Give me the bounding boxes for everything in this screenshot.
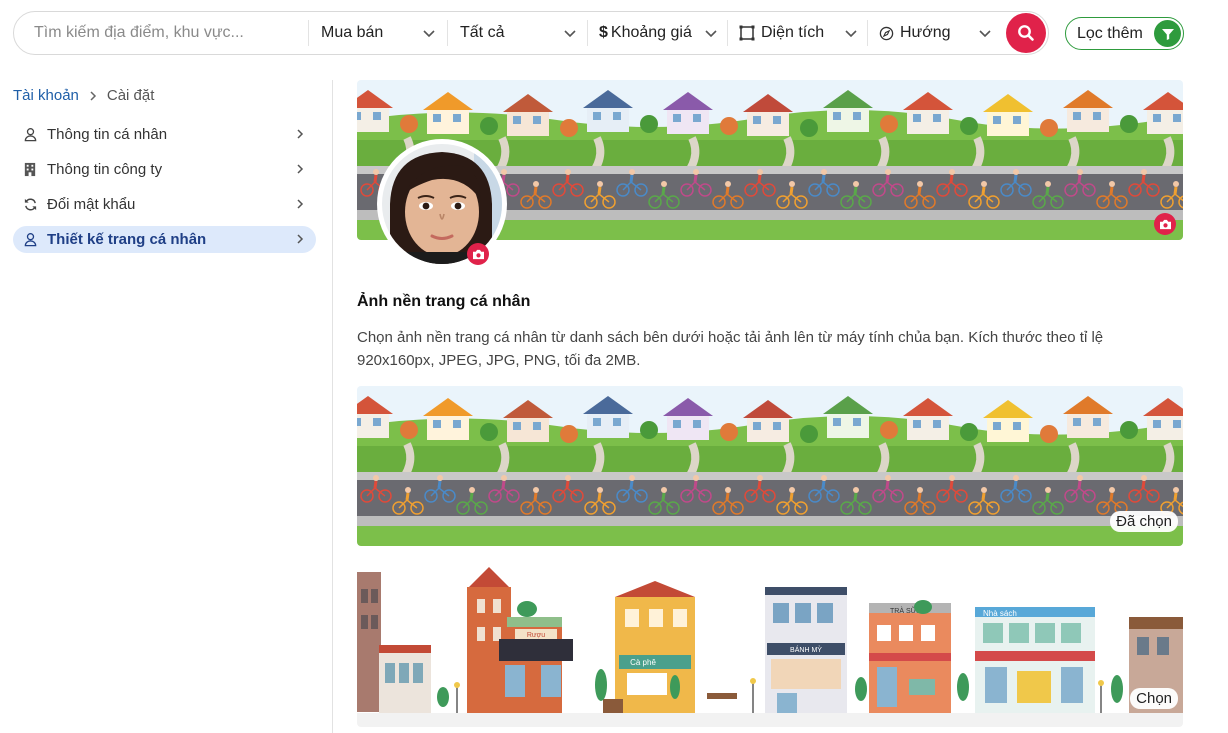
divider xyxy=(587,20,588,46)
user-icon xyxy=(22,232,38,248)
filter-icon xyxy=(1154,20,1181,47)
chevron-down-icon xyxy=(845,30,857,38)
village-cycling-illustration xyxy=(357,386,1183,546)
filter-area-dropdown[interactable]: Diện tích xyxy=(739,12,867,54)
chevron-right-icon xyxy=(90,90,96,101)
sidebar-item-label: Thiết kế trang cá nhân xyxy=(47,231,207,248)
refresh-icon xyxy=(22,197,38,213)
divider xyxy=(308,20,309,46)
shop-sign-text: Cà phê xyxy=(630,658,656,667)
cover-option-street[interactable]: Rượu Cà phê BÁNH MỲ TRÀ SỮA Nhà sách Chọ… xyxy=(357,567,1183,727)
breadcrumb: Tài khoản Cài đặt xyxy=(13,87,154,104)
choose-badge[interactable]: Chọn xyxy=(1130,688,1178,709)
chevron-right-icon xyxy=(297,129,304,139)
divider xyxy=(447,20,448,46)
avatar-camera-button[interactable] xyxy=(467,243,489,265)
more-filters-label: Lọc thêm xyxy=(1077,24,1143,42)
search-button[interactable] xyxy=(1006,13,1046,53)
breadcrumb-current: Cài đặt xyxy=(106,87,155,104)
sidebar-item-label: Thông tin công ty xyxy=(47,161,163,178)
sidebar-item-personal-info[interactable]: Thông tin cá nhân xyxy=(13,121,316,148)
filter-direction-label: Hướng xyxy=(900,24,951,41)
cover-option-village[interactable]: Đã chọn xyxy=(357,386,1183,546)
chevron-down-icon xyxy=(423,30,435,38)
building-icon xyxy=(22,162,38,178)
top-filter-bar: Mua bán Tất cả $ Khoảng giá Diện tích Hư… xyxy=(0,0,1228,66)
user-icon xyxy=(22,127,38,143)
content-divider xyxy=(332,80,333,733)
camera-icon xyxy=(472,249,484,259)
street-shops-illustration: Rượu Cà phê BÁNH MỲ TRÀ SỮA Nhà sách xyxy=(357,567,1183,727)
shop-sign-text: BÁNH MỲ xyxy=(790,645,822,654)
chevron-down-icon xyxy=(564,30,576,38)
chevron-right-icon xyxy=(297,164,304,174)
search-bar: Mua bán Tất cả $ Khoảng giá Diện tích Hư… xyxy=(13,11,1049,55)
cover-section-description: Chọn ảnh nền trang cá nhân từ danh sách … xyxy=(357,329,1104,369)
filter-price-label: Khoảng giá xyxy=(610,24,692,41)
sidebar-item-change-password[interactable]: Đổi mật khẩu xyxy=(13,191,316,218)
compass-icon xyxy=(879,26,894,40)
sidebar-menu: Thông tin cá nhân Thông tin công ty Đổi … xyxy=(13,121,316,261)
chevron-down-icon xyxy=(979,30,991,38)
divider xyxy=(867,20,868,46)
divider xyxy=(727,20,728,46)
filter-category-dropdown[interactable]: Tất cả xyxy=(460,12,586,54)
chevron-right-icon xyxy=(297,234,304,244)
more-filters-button[interactable]: Lọc thêm xyxy=(1065,17,1184,50)
cover-camera-button[interactable] xyxy=(1154,213,1176,235)
sidebar-item-profile-design[interactable]: Thiết kế trang cá nhân xyxy=(13,226,316,253)
cover-section-title: Ảnh nền trang cá nhân xyxy=(357,293,531,310)
area-square-icon xyxy=(739,25,755,41)
search-input[interactable] xyxy=(34,12,304,54)
camera-icon xyxy=(1159,219,1171,229)
sidebar-item-label: Thông tin cá nhân xyxy=(47,126,168,143)
shop-sign-text: Nhà sách xyxy=(983,609,1017,618)
chevron-down-icon xyxy=(705,30,717,38)
sidebar-item-label: Đổi mật khẩu xyxy=(47,196,136,213)
sidebar-item-company-info[interactable]: Thông tin công ty xyxy=(13,156,316,183)
shop-sign-text: Rượu xyxy=(527,632,545,639)
filter-category-label: Tất cả xyxy=(460,24,505,41)
filter-direction-dropdown[interactable]: Hướng xyxy=(879,12,1001,54)
filter-type-dropdown[interactable]: Mua bán xyxy=(321,12,445,54)
dollar-icon: $ xyxy=(599,24,608,41)
filter-area-label: Diện tích xyxy=(761,24,825,41)
filter-type-label: Mua bán xyxy=(321,24,384,41)
search-icon xyxy=(1018,25,1034,41)
breadcrumb-account-link[interactable]: Tài khoản xyxy=(13,87,79,104)
filter-price-dropdown[interactable]: $ Khoảng giá xyxy=(599,12,727,54)
selected-badge: Đã chọn xyxy=(1110,511,1178,532)
chevron-right-icon xyxy=(297,199,304,209)
